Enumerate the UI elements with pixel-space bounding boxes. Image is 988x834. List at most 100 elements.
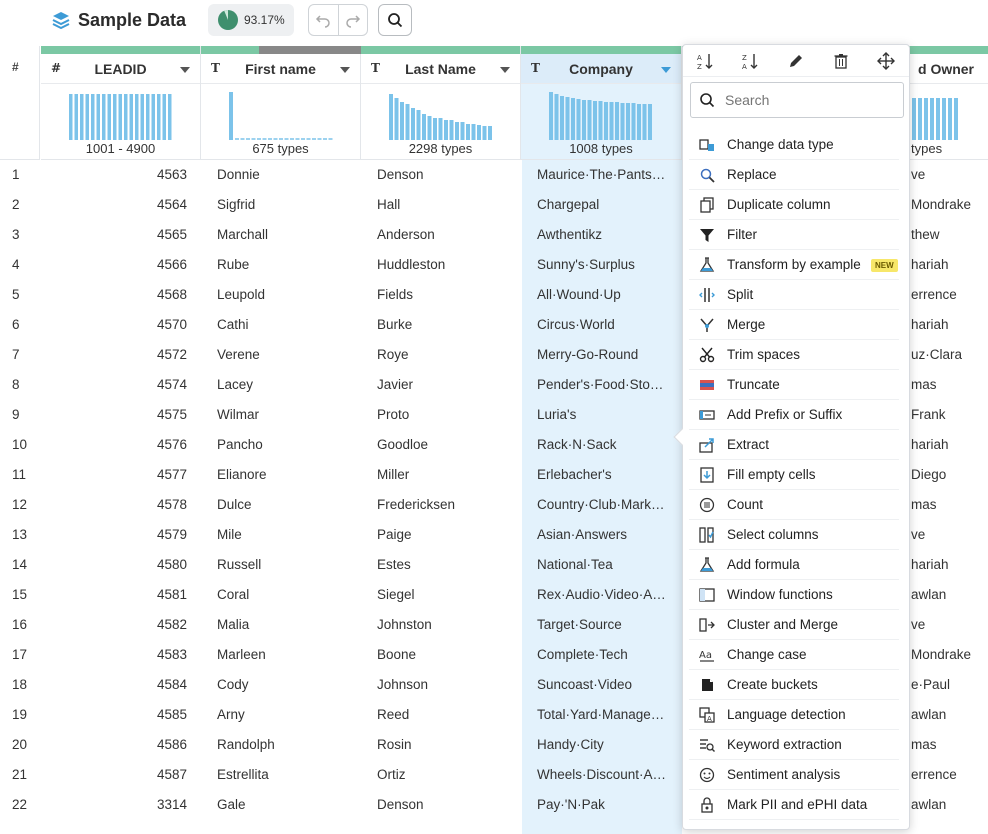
cell-leadid[interactable]: 4587 <box>40 767 187 782</box>
search-button[interactable] <box>378 4 412 36</box>
chevron-down-icon[interactable] <box>661 67 671 73</box>
cell-lead-owner[interactable]: errence <box>911 287 957 302</box>
cell-company[interactable]: Erlebacher's <box>537 467 667 482</box>
cell-lead-owner[interactable]: awlan <box>911 707 946 722</box>
menu-item-duplicate-column[interactable]: Duplicate column <box>689 190 899 220</box>
menu-item-keyword-extraction[interactable]: Keyword extraction <box>689 730 899 760</box>
cell-first-name[interactable]: Cathi <box>217 317 249 332</box>
menu-item-trim-spaces[interactable]: Trim spaces <box>689 340 899 370</box>
cell-first-name[interactable]: Lacey <box>217 377 253 392</box>
row-number[interactable]: 22 <box>12 797 27 812</box>
cell-lead-owner[interactable]: mas <box>911 497 937 512</box>
cell-company[interactable]: Sunny's·Surplus <box>537 257 667 272</box>
cell-leadid[interactable]: 4572 <box>40 347 187 362</box>
cell-leadid[interactable]: 4582 <box>40 617 187 632</box>
undo-button[interactable] <box>309 5 338 35</box>
menu-item-replace[interactable]: Replace <box>689 160 899 190</box>
row-number[interactable]: 16 <box>12 617 27 632</box>
menu-item-mark-pii-and-ephi-data[interactable]: Mark PII and ePHI data <box>689 790 899 820</box>
menu-item-change-case[interactable]: Aa Change case <box>689 640 899 670</box>
quality-indicator[interactable]: 93.17% <box>208 4 294 36</box>
cell-leadid[interactable]: 4563 <box>40 167 187 182</box>
menu-item-cluster-and-merge[interactable]: Cluster and Merge <box>689 610 899 640</box>
cell-lead-owner[interactable]: hariah <box>911 317 949 332</box>
row-number[interactable]: 5 <box>12 287 20 302</box>
row-number[interactable]: 20 <box>12 737 27 752</box>
row-number[interactable]: 21 <box>12 767 27 782</box>
cell-lead-owner[interactable]: ve <box>911 527 925 542</box>
row-number[interactable]: 14 <box>12 557 27 572</box>
cell-first-name[interactable]: Rube <box>217 257 249 272</box>
menu-item-window-functions[interactable]: Window functions <box>689 580 899 610</box>
column-header[interactable]: # LEADID <box>41 54 200 84</box>
cell-company[interactable]: Luria's <box>537 407 667 422</box>
cell-leadid[interactable]: 3314 <box>40 797 187 812</box>
menu-item-merge[interactable]: Merge <box>689 310 899 340</box>
cell-first-name[interactable]: Randolph <box>217 737 275 752</box>
cell-first-name[interactable]: Donnie <box>217 167 260 182</box>
cell-company[interactable]: Target·Source <box>537 617 667 632</box>
cell-company[interactable]: Rack·N·Sack <box>537 437 667 452</box>
cell-leadid[interactable]: 4583 <box>40 647 187 662</box>
menu-item-add-prefix-or-suffix[interactable]: Add Prefix or Suffix <box>689 400 899 430</box>
cell-first-name[interactable]: Dulce <box>217 497 252 512</box>
chevron-down-icon[interactable] <box>500 67 510 73</box>
cell-leadid[interactable]: 4584 <box>40 677 187 692</box>
cell-last-name[interactable]: Rosin <box>377 737 412 752</box>
cell-leadid[interactable]: 4576 <box>40 437 187 452</box>
cell-company[interactable]: Country·Club·Mark… <box>537 497 667 512</box>
menu-item-split[interactable]: Split <box>689 280 899 310</box>
menu-item-select-columns[interactable]: Select columns <box>689 520 899 550</box>
menu-item-create-buckets[interactable]: Create buckets <box>689 670 899 700</box>
menu-item-filter[interactable]: Filter <box>689 220 899 250</box>
sort-ascending-button[interactable]: AZ <box>695 50 717 72</box>
cell-leadid[interactable]: 4580 <box>40 557 187 572</box>
cell-lead-owner[interactable]: Diego <box>911 467 946 482</box>
sort-descending-button[interactable]: ZA <box>740 50 762 72</box>
cell-first-name[interactable]: Marleen <box>217 647 266 662</box>
row-number[interactable]: 7 <box>12 347 20 362</box>
cell-last-name[interactable]: Javier <box>377 377 413 392</box>
row-number[interactable]: 13 <box>12 527 27 542</box>
cell-last-name[interactable]: Fields <box>377 287 413 302</box>
cell-last-name[interactable]: Siegel <box>377 587 415 602</box>
cell-last-name[interactable]: Miller <box>377 467 409 482</box>
cell-lead-owner[interactable]: ve <box>911 617 925 632</box>
cell-last-name[interactable]: Huddleston <box>377 257 445 272</box>
cell-leadid[interactable]: 4585 <box>40 707 187 722</box>
cell-first-name[interactable]: Estrellita <box>217 767 269 782</box>
cell-company[interactable]: Suncoast·Video <box>537 677 667 692</box>
column-header[interactable]: T Last Name <box>361 54 520 84</box>
row-number[interactable]: 15 <box>12 587 27 602</box>
cell-lead-owner[interactable]: Frank <box>911 407 946 422</box>
cell-first-name[interactable]: Coral <box>217 587 249 602</box>
row-number[interactable]: 18 <box>12 677 27 692</box>
cell-last-name[interactable]: Anderson <box>377 227 435 242</box>
cell-leadid[interactable]: 4568 <box>40 287 187 302</box>
cell-lead-owner[interactable]: e·Paul <box>911 677 950 692</box>
dataset-title[interactable]: Sample Data <box>78 9 186 31</box>
cell-first-name[interactable]: Malia <box>217 617 249 632</box>
menu-item-language-detection[interactable]: A Language detection <box>689 700 899 730</box>
column-first-name[interactable]: T First name 675 types <box>201 46 361 160</box>
cell-last-name[interactable]: Paige <box>377 527 412 542</box>
cell-company[interactable]: Handy·City <box>537 737 667 752</box>
cell-last-name[interactable]: Fredericksen <box>377 497 455 512</box>
cell-first-name[interactable]: Mile <box>217 527 242 542</box>
row-number[interactable]: 6 <box>12 317 20 332</box>
cell-company[interactable]: Asian·Answers <box>537 527 667 542</box>
cell-lead-owner[interactable]: awlan <box>911 797 946 812</box>
cell-last-name[interactable]: Roye <box>377 347 409 362</box>
cell-lead-owner[interactable]: Mondrake <box>911 197 971 212</box>
cell-company[interactable]: Awthentikz <box>537 227 667 242</box>
row-number[interactable]: 2 <box>12 197 20 212</box>
cell-lead-owner[interactable]: mas <box>911 377 937 392</box>
cell-lead-owner[interactable]: hariah <box>911 437 949 452</box>
cell-last-name[interactable]: Hall <box>377 197 400 212</box>
menu-item-extract[interactable]: Extract <box>689 430 899 460</box>
cell-first-name[interactable]: Wilmar <box>217 407 259 422</box>
cell-leadid[interactable]: 4586 <box>40 737 187 752</box>
column-leadid[interactable]: # LEADID 1001 - 4900 <box>41 46 201 160</box>
cell-company[interactable]: Circus·World <box>537 317 667 332</box>
cell-lead-owner[interactable]: hariah <box>911 557 949 572</box>
